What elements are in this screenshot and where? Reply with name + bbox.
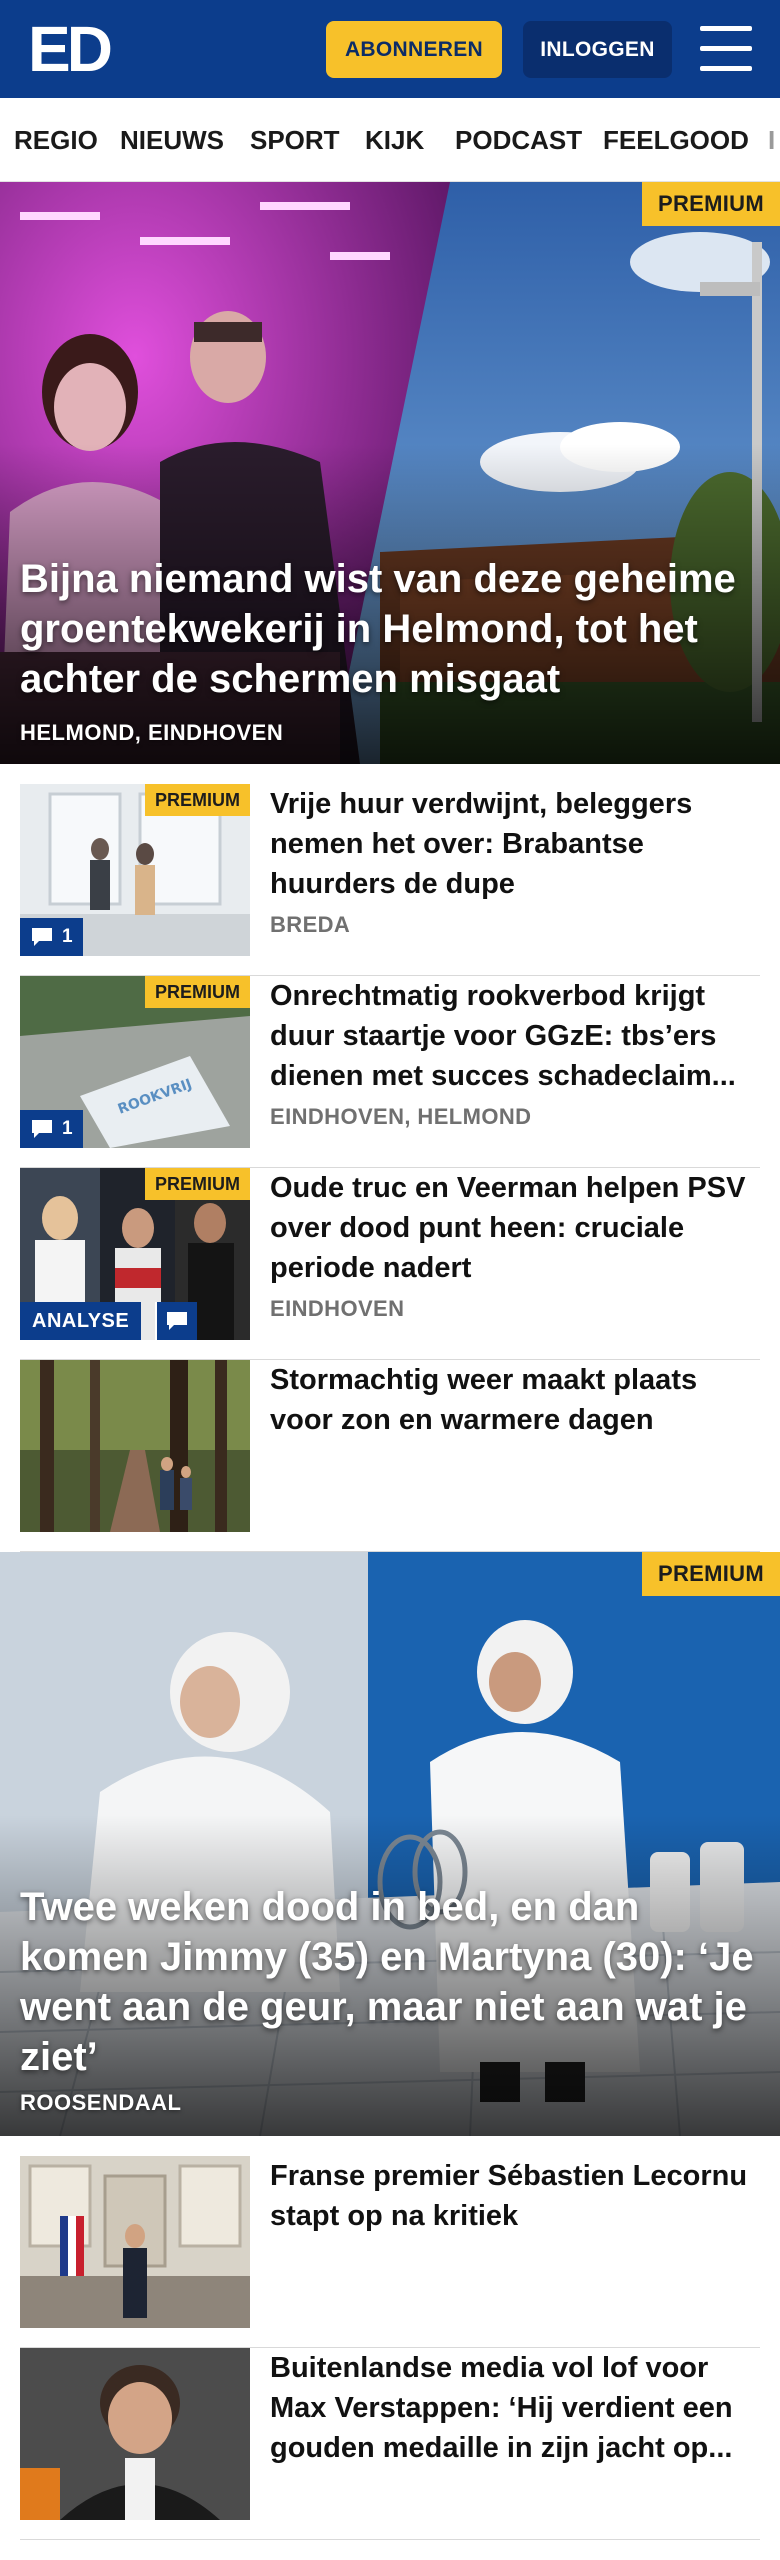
article-headline[interactable]: Stormachtig weer maakt plaats voor zon e… — [270, 1360, 760, 1440]
comment-icon — [32, 1120, 52, 1138]
article-location: EINDHOVEN — [270, 1296, 405, 1321]
article-location: BREDA — [270, 912, 351, 937]
nav-item-podcast[interactable]: PODCAST — [455, 98, 582, 181]
hero-article-1[interactable]: PREMIUM Bijna niemand wist van deze gehe… — [0, 182, 780, 764]
comment-icon — [167, 1312, 187, 1330]
list-item[interactable]: ROOKVRIJ PREMIUM 1 Onrechtmatig rookverb… — [20, 976, 760, 1168]
premium-badge: PREMIUM — [642, 182, 780, 226]
top-bar: ED ABONNEREN INLOGGEN — [0, 0, 780, 98]
list-item[interactable]: Stormachtig weer maakt plaats voor zon e… — [20, 1360, 760, 1552]
nav-item-overflow[interactable]: I — [768, 98, 775, 181]
article-thumbnail — [20, 2348, 250, 2520]
article-headline[interactable]: Buitenlandse media vol lof voor Max Vers… — [270, 2348, 760, 2468]
list-item[interactable]: PREMIUM 1 Vrije huur verdwijnt, belegger… — [20, 784, 760, 976]
article-headline[interactable]: Oude truc en Veerman helpen PSV over doo… — [270, 1168, 760, 1288]
premium-badge: PREMIUM — [145, 784, 250, 816]
article-location: EINDHOVEN, HELMOND — [270, 1104, 532, 1129]
hero-location: ROOSENDAAL — [20, 2090, 182, 2115]
nav-item-kijk[interactable]: KIJK — [365, 98, 424, 181]
article-thumbnail: PREMIUM ANALYSE — [20, 1168, 250, 1340]
subscribe-button[interactable]: ABONNEREN — [326, 21, 502, 78]
analysis-label: ANALYSE — [20, 1302, 142, 1340]
article-headline[interactable]: Franse premier Sébastien Lecornu stapt o… — [270, 2156, 760, 2236]
article-thumbnail: ROOKVRIJ PREMIUM 1 — [20, 976, 250, 1148]
hero-location: HELMOND, EINDHOVEN — [20, 720, 284, 745]
premium-badge: PREMIUM — [145, 1168, 250, 1200]
list-item[interactable]: Franse premier Sébastien Lecornu stapt o… — [20, 2156, 760, 2348]
hero-headline[interactable]: Bijna niemand wist van deze geheime groe… — [20, 554, 760, 704]
article-thumbnail — [20, 2156, 250, 2328]
hero-headline[interactable]: Twee weken dood in bed, en dan komen Jim… — [20, 1882, 760, 2082]
article-thumbnail: PREMIUM 1 — [20, 784, 250, 956]
section-nav: REGIO NIEUWS SPORT KIJK PODCAST FEELGOOD… — [0, 98, 780, 182]
nav-item-feelgood[interactable]: FEELGOOD — [603, 98, 749, 181]
hero-article-2[interactable]: PREMIUM Twee weken dood in bed, en dan k… — [0, 1552, 780, 2136]
site-logo[interactable]: ED — [28, 17, 116, 81]
hamburger-menu-icon[interactable] — [700, 26, 752, 72]
comment-count[interactable]: 1 — [20, 918, 83, 956]
login-button[interactable]: INLOGGEN — [523, 21, 672, 78]
list-item[interactable]: Buitenlandse media vol lof voor Max Vers… — [20, 2348, 760, 2540]
article-thumbnail — [20, 1360, 250, 1532]
list-item[interactable]: PREMIUM ANALYSE Oude truc en Veerman hel… — [20, 1168, 760, 1360]
article-headline[interactable]: Onrechtmatig rookverbod krijgt duur staa… — [270, 976, 760, 1096]
premium-badge: PREMIUM — [145, 976, 250, 1008]
nav-item-sport[interactable]: SPORT — [250, 98, 340, 181]
comment-icon — [32, 928, 52, 946]
comment-button[interactable] — [155, 1302, 197, 1340]
article-headline[interactable]: Vrije huur verdwijnt, beleggers nemen he… — [270, 784, 760, 904]
nav-item-regio[interactable]: REGIO — [14, 98, 98, 181]
comment-count[interactable]: 1 — [20, 1110, 83, 1148]
nav-item-nieuws[interactable]: NIEUWS — [120, 98, 224, 181]
premium-badge: PREMIUM — [642, 1552, 780, 1596]
